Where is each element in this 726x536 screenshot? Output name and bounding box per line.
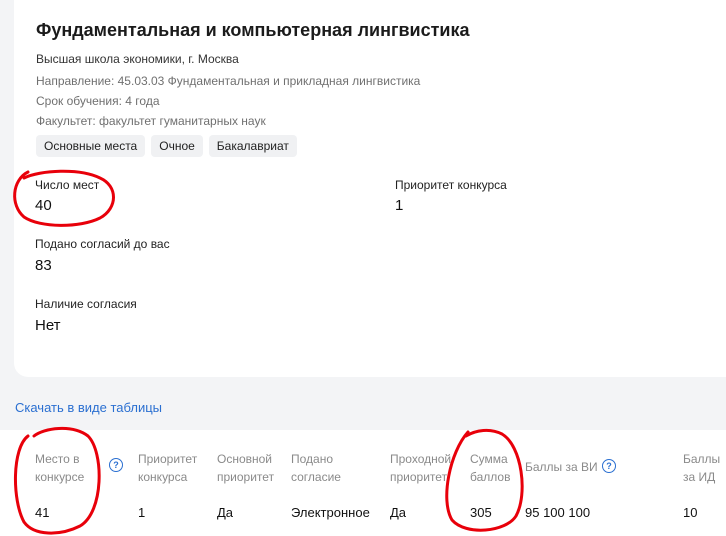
tag-degree: Бакалавриат	[208, 135, 297, 157]
cell-priority: 1	[138, 505, 146, 520]
priority-label: Приоритет конкурса	[395, 178, 507, 192]
priority-value: 1	[395, 197, 404, 214]
program-card: Фундаментальная и компьютерная лингвисти…	[14, 0, 726, 377]
header-priority: Приоритет конкурса	[138, 452, 198, 484]
tag-places-type: Основные места	[36, 135, 146, 157]
header-id-scores: Баллы за ИД	[683, 452, 721, 484]
program-tags: Основные места Очное Бакалавриат	[36, 135, 297, 157]
header-vi-scores: Баллы за ВИ	[525, 460, 598, 474]
cell-vi-scores: 95 100 100	[525, 505, 591, 520]
help-icon[interactable]: ?	[109, 458, 123, 472]
duration-text: Срок обучения: 4 года	[36, 94, 160, 108]
cell-consent: Электронное	[291, 505, 370, 520]
header-passing-priority: Проходной приоритет	[390, 452, 452, 484]
help-icon[interactable]: ?	[602, 459, 616, 473]
header-score-sum: Сумма баллов	[470, 452, 511, 484]
cell-id-scores: 10	[683, 505, 698, 520]
university-name: Высшая школа экономики, г. Москва	[36, 52, 239, 66]
places-value: 40	[35, 197, 52, 214]
consents-before-label: Подано согласий до вас	[35, 237, 170, 251]
places-label: Число мест	[35, 178, 100, 192]
applicants-table: Место в конкурсе ? Приоритет конкурса Ос…	[0, 430, 726, 536]
consent-status-label: Наличие согласия	[35, 297, 137, 311]
cell-score-sum: 305	[470, 505, 492, 520]
direction-text: Направление: 45.03.03 Фундаментальная и …	[36, 74, 421, 88]
cell-main-priority: Да	[217, 505, 234, 520]
header-consent: Подано согласие	[291, 452, 341, 484]
download-table-link[interactable]: Скачать в виде таблицы	[15, 400, 162, 415]
cell-passing-priority: Да	[390, 505, 407, 520]
cell-place: 41	[35, 505, 50, 520]
program-title: Фундаментальная и компьютерная лингвисти…	[36, 20, 470, 40]
header-place: Место в конкурсе	[35, 452, 85, 484]
tag-study-form: Очное	[151, 135, 203, 157]
header-main-priority: Основной приоритет	[217, 452, 275, 484]
faculty-text: Факультет: факультет гуманитарных наук	[36, 114, 266, 128]
consents-before-value: 83	[35, 257, 52, 274]
consent-status-value: Нет	[35, 317, 61, 334]
